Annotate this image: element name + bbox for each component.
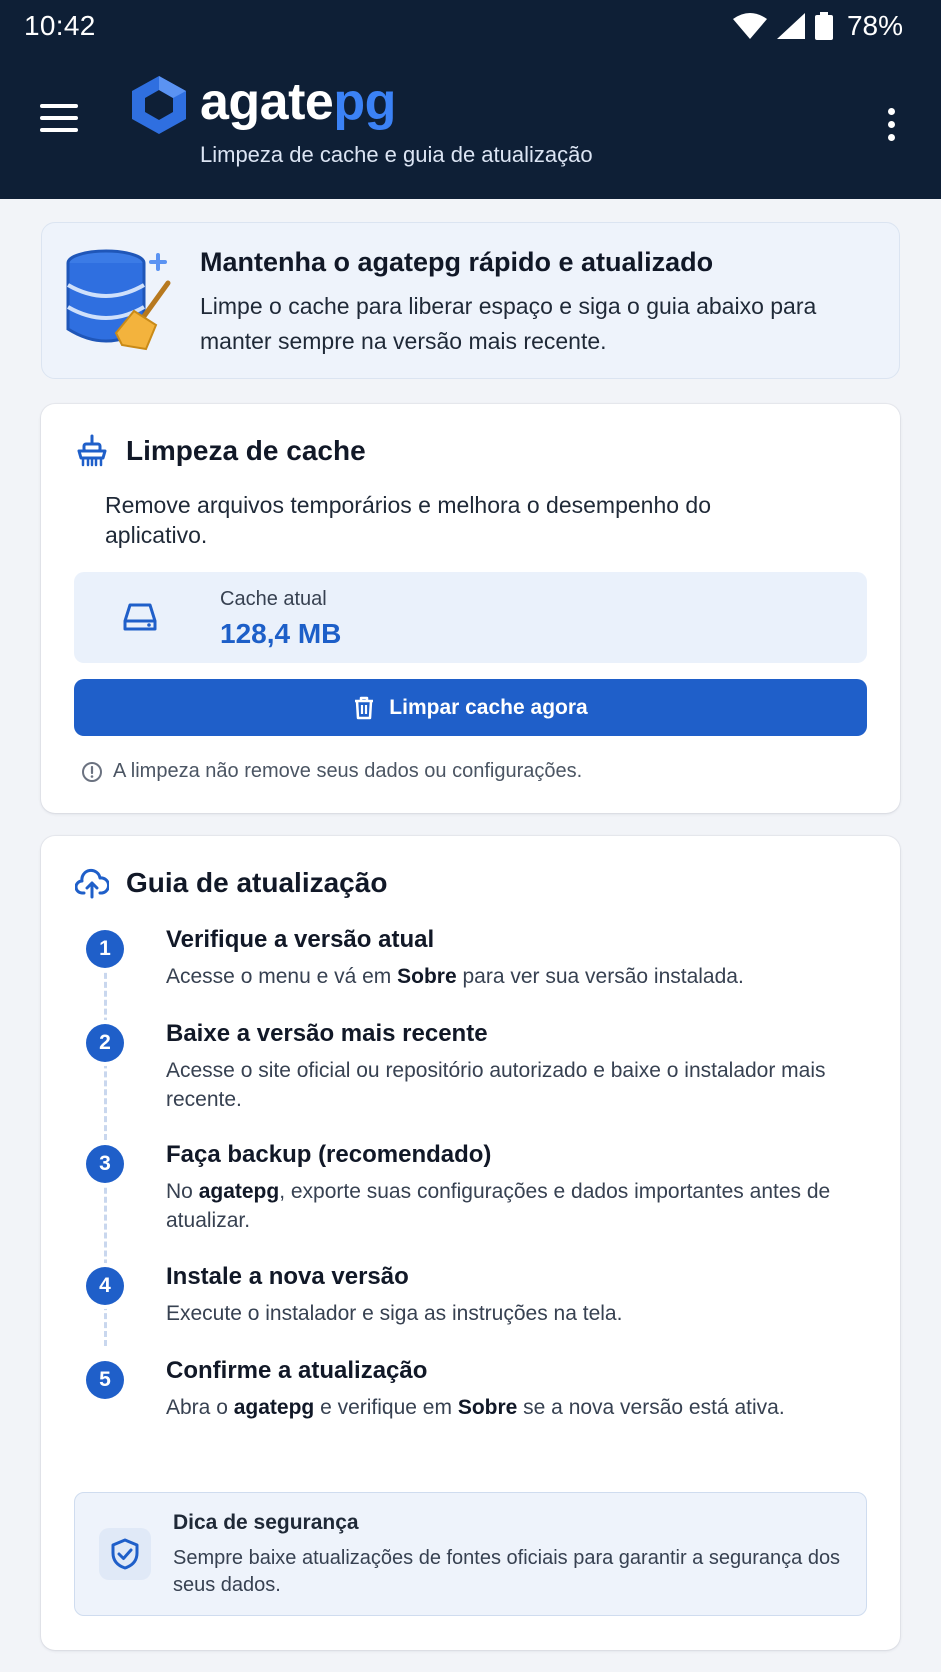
step-title: Confirme a atualização [166, 1357, 428, 1384]
cache-description: Remove arquivos temporários e melhora o … [105, 492, 711, 548]
cache-section: Limpeza de cache Remove arquivos temporá… [41, 404, 900, 813]
broom-icon [77, 434, 107, 467]
security-tip: Dica de segurança Sempre baixe atualizaç… [74, 1492, 867, 1616]
security-tip-badge [99, 1528, 151, 1580]
step-text: Acesse o site oficial ou repositório aut… [166, 1059, 826, 1111]
status-icons: 78% [732, 10, 903, 42]
menu-icon[interactable] [40, 104, 80, 144]
battery-icon [814, 12, 833, 40]
step-text: Acesse o menu e vá em Sobre para ver sua… [166, 965, 744, 988]
app-header: 10:42 78% agatepg Limpeza de cache e gui… [0, 0, 941, 199]
clear-cache-button-label: Limpar cache agora [389, 695, 588, 719]
hero-title: Mantenha o agatepg rápido e atualizado [200, 247, 714, 277]
step-text: Execute o instalador e siga as instruçõe… [166, 1302, 623, 1325]
step-number: 4 [86, 1267, 124, 1305]
step-title: Instale a nova versão [166, 1263, 409, 1290]
battery-percentage: 78% [846, 10, 903, 41]
step-number: 2 [86, 1024, 124, 1062]
clear-cache-button[interactable]: Limpar cache agora [74, 679, 867, 736]
cache-size-value: 128,4 MB [220, 618, 342, 649]
security-tip-text: Sempre baixe atualizações de fontes ofic… [173, 1547, 841, 1596]
status-bar: 10:42 78% [0, 0, 941, 50]
current-cache-panel: Cache atual 128,4 MB [74, 572, 867, 663]
step-text: No agatepg, exporte suas configurações e… [166, 1180, 831, 1232]
step-number: 1 [86, 930, 124, 968]
step-number: 3 [86, 1145, 124, 1183]
info-icon [82, 761, 102, 782]
cache-section-title: Limpeza de cache [126, 435, 366, 466]
trash-icon [355, 696, 374, 719]
step-number: 5 [86, 1361, 124, 1399]
logo-icon [132, 76, 186, 134]
more-options-icon[interactable] [885, 108, 897, 142]
app-subtitle: Limpeza de cache e guia de atualização [200, 142, 593, 167]
cache-note-text: A limpeza não remove seus dados ou confi… [113, 760, 583, 782]
storage-icon [123, 603, 157, 631]
intro-banner: Mantenha o agatepg rápido e atualizado L… [41, 222, 900, 379]
hero-text: Limpe o cache para liberar espaço e siga… [200, 293, 817, 354]
signal-icon [776, 13, 805, 39]
cache-section-header: Limpeza de cache [75, 434, 366, 468]
step-title: Baixe a versão mais recente [166, 1020, 488, 1047]
status-time: 10:42 [24, 10, 96, 41]
wifi-icon [732, 13, 767, 39]
step-title: Faça backup (recomendado) [166, 1141, 492, 1168]
step-title: Verifique a versão atual [166, 926, 435, 953]
cache-size-label: Cache atual [220, 588, 327, 610]
update-guide-section: Guia de atualização 1 Verifique a versão… [41, 836, 900, 1650]
database-broom-icon [66, 249, 171, 351]
app-brand: agatepg [200, 73, 396, 131]
step-text: Abra o agatepg e verifique em Sobre se a… [166, 1396, 785, 1419]
cache-note: A limpeza não remove seus dados ou confi… [81, 760, 582, 783]
shield-check-icon [111, 1538, 139, 1570]
security-tip-title: Dica de segurança [173, 1511, 359, 1534]
update-steps: 1 Verifique a versão atual Acesse o menu… [41, 836, 900, 1476]
